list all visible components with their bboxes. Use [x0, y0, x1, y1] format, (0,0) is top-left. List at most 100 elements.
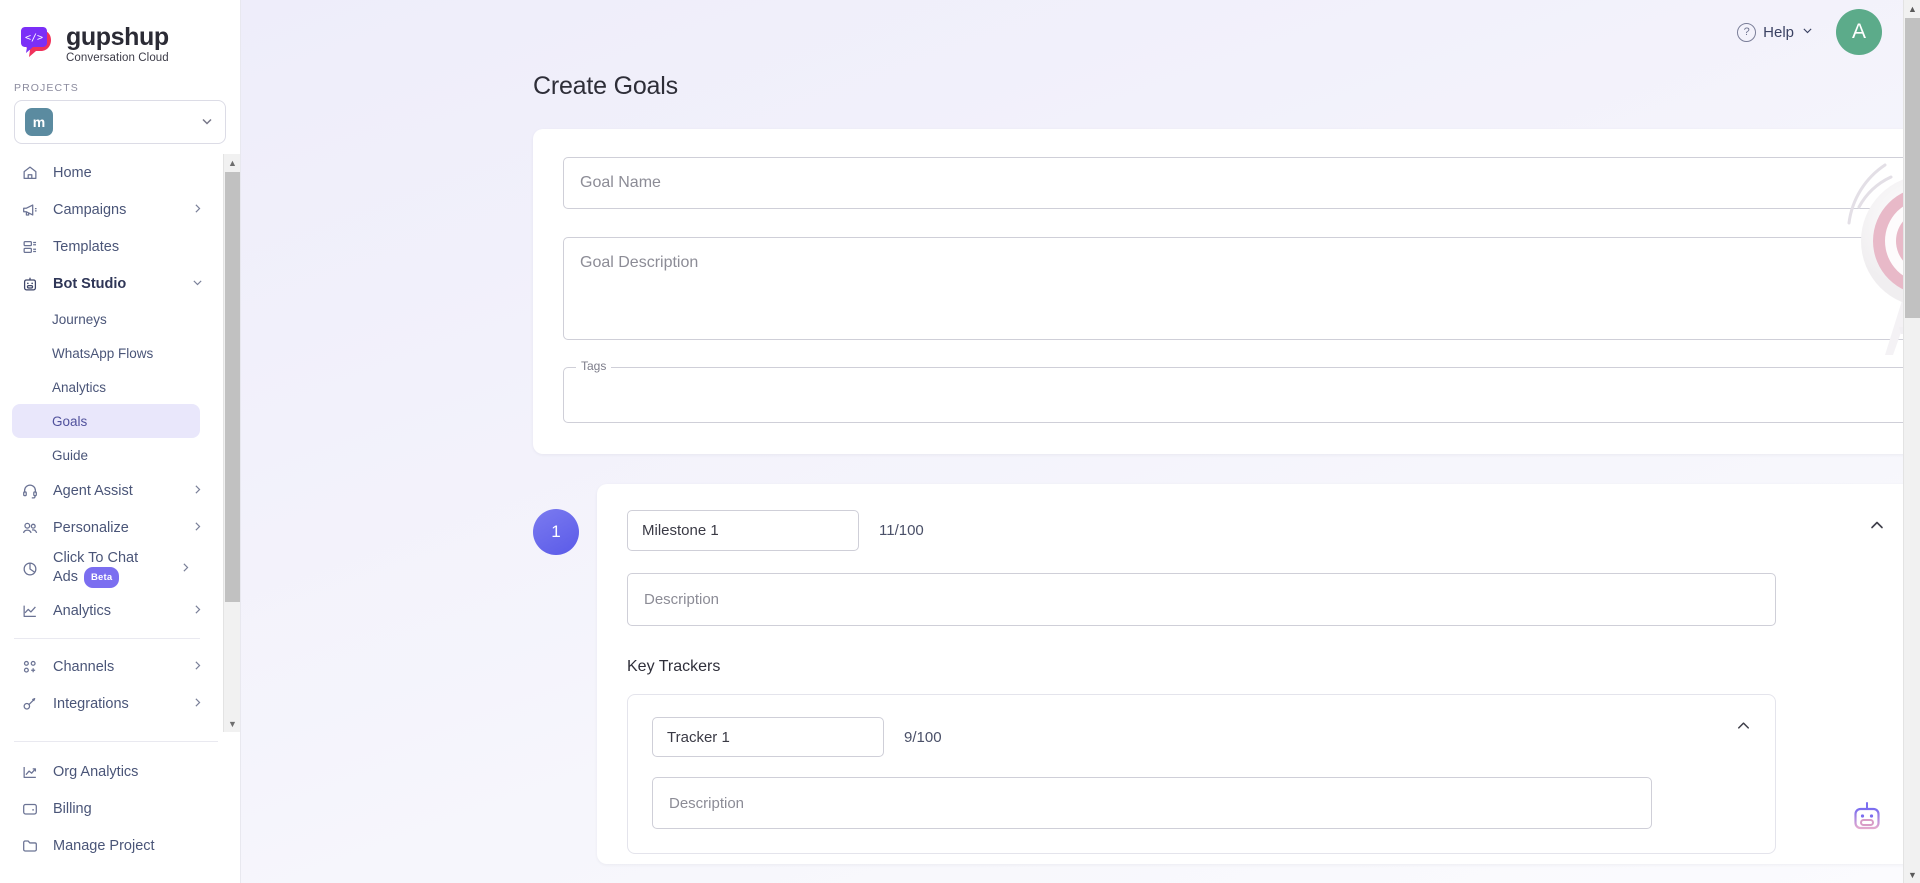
bot-assistant-icon[interactable]	[1850, 801, 1884, 831]
milestone-name-counter: 11/100	[879, 522, 924, 539]
chevron-down-icon	[199, 113, 215, 132]
sidebar-item-guide[interactable]: Guide	[12, 438, 200, 472]
sidebar-subitem-label: Journeys	[52, 311, 107, 327]
template-icon	[20, 237, 39, 256]
sidebar-item-agent-assist[interactable]: Agent Assist	[0, 472, 222, 509]
brand-tagline: Conversation Cloud	[66, 52, 169, 64]
milestone-collapse-toggle[interactable]	[1864, 512, 1890, 538]
sidebar-item-label: Billing	[53, 800, 92, 817]
sidebar-bottom-divider	[14, 741, 218, 742]
people-icon	[20, 518, 39, 537]
sidebar-item-label: Channels	[53, 658, 115, 675]
sidebar-item-manage-project[interactable]: Manage Project	[0, 827, 240, 864]
page-content: Create Goals Tags	[241, 64, 1920, 883]
key-trackers-title: Key Trackers	[627, 658, 721, 675]
tracker-collapse-toggle[interactable]	[1731, 713, 1755, 737]
main-area: ? Help A Create Goals Tags	[241, 0, 1920, 883]
tracker-description-input[interactable]	[652, 777, 1652, 829]
project-avatar: m	[25, 108, 53, 136]
sidebar-item-label: Campaigns	[53, 201, 127, 218]
sidebar-item-label: Templates	[53, 238, 120, 255]
folder-icon	[20, 836, 39, 855]
sidebar-subitem-label: Analytics	[52, 379, 107, 395]
brand-text: gupshup Conversation Cloud	[66, 22, 169, 64]
sidebar-bottom-nav: Org Analytics Billing Manage Project	[0, 751, 240, 864]
sidebar-item-label: Bot Studio	[53, 275, 127, 292]
sidebar-item-label: Integrations	[53, 695, 129, 712]
sidebar-item-whatsapp-flows[interactable]: WhatsApp Flows	[12, 336, 200, 370]
integrations-icon	[20, 694, 39, 713]
milestone-row: 1 11/100 Key Trackers 9/100	[533, 484, 1920, 864]
page-scroll-up-arrow-icon[interactable]: ▲	[1904, 0, 1920, 17]
page-scroll-down-arrow-icon[interactable]: ▼	[1904, 866, 1920, 883]
sidebar-item-channels[interactable]: Channels	[0, 648, 222, 685]
sidebar-item-label: Click To Chat Ads Beta	[53, 550, 165, 589]
sidebar-item-label: Agent Assist	[53, 482, 133, 499]
sidebar-scrollbar[interactable]: ▲ ▼	[223, 154, 240, 732]
line-chart-icon	[20, 601, 39, 620]
chevron-down-icon	[1801, 24, 1814, 41]
sidebar-item-home[interactable]: Home	[0, 154, 222, 191]
sidebar-nav-list: Home Campaigns Templates Bot Studio Jour…	[0, 154, 240, 722]
brand-name: gupshup	[66, 23, 169, 51]
sidebar-item-label: Personalize	[53, 519, 129, 536]
sidebar-item-billing[interactable]: Billing	[0, 790, 240, 827]
help-menu-button[interactable]: ? Help	[1737, 22, 1814, 42]
goal-name-input[interactable]	[563, 157, 1920, 209]
page-title: Create Goals	[533, 72, 678, 100]
chevron-right-icon	[191, 603, 204, 619]
chevron-right-icon	[191, 659, 204, 675]
milestone-name-input[interactable]	[627, 510, 859, 551]
sidebar-item-label: Org Analytics	[53, 763, 139, 780]
sidebar-item-bot-studio[interactable]: Bot Studio	[0, 265, 222, 302]
question-circle-icon: ?	[1737, 22, 1757, 42]
page-scrollbar[interactable]: ▲ ▼	[1903, 0, 1920, 883]
sidebar-divider	[14, 638, 200, 639]
tracker-name-input[interactable]	[652, 717, 884, 757]
sidebar: </> gupshup Conversation Cloud PROJECTS …	[0, 0, 241, 883]
sidebar-scrollbar-thumb[interactable]	[225, 172, 240, 602]
chevron-right-icon	[191, 696, 204, 712]
scroll-up-arrow-icon[interactable]: ▲	[224, 154, 240, 171]
app-root: </> gupshup Conversation Cloud PROJECTS …	[0, 0, 1920, 883]
sidebar-item-personalize[interactable]: Personalize	[0, 509, 222, 546]
scroll-down-arrow-icon[interactable]: ▼	[224, 715, 240, 732]
tags-field-wrapper: Tags	[563, 359, 1920, 423]
goal-details-card: Tags	[533, 129, 1920, 454]
sidebar-item-label: Analytics	[53, 602, 112, 619]
sidebar-item-click-to-chat-ads[interactable]: Click To Chat Ads Beta	[0, 546, 222, 592]
sidebar-item-integrations[interactable]: Integrations	[0, 685, 222, 722]
chevron-right-icon	[191, 520, 204, 536]
sidebar-item-analytics[interactable]: Analytics	[0, 592, 222, 629]
sidebar-item-campaigns[interactable]: Campaigns	[0, 191, 222, 228]
sidebar-item-goals[interactable]: Goals	[12, 404, 200, 438]
goal-description-input[interactable]	[563, 237, 1920, 340]
tracker-header: 9/100	[652, 717, 1751, 757]
sidebar-subitem-label: WhatsApp Flows	[52, 345, 154, 361]
svg-text:</>: </>	[25, 33, 43, 44]
megaphone-icon	[20, 200, 39, 219]
beta-badge: Beta	[84, 566, 120, 589]
sidebar-item-label: Home	[53, 164, 92, 181]
sidebar-item-org-analytics[interactable]: Org Analytics	[0, 753, 240, 790]
tags-legend-label: Tags	[576, 359, 612, 373]
sidebar-subitem-label: Guide	[52, 447, 89, 463]
trend-up-icon	[20, 762, 39, 781]
tracker-name-counter: 9/100	[904, 728, 942, 746]
user-avatar[interactable]: A	[1836, 9, 1882, 55]
headset-icon	[20, 481, 39, 500]
sidebar-item-templates[interactable]: Templates	[0, 228, 222, 265]
wallet-icon	[20, 799, 39, 818]
project-selector[interactable]: m	[14, 100, 226, 144]
tracker-card: 9/100	[627, 694, 1776, 854]
sidebar-nav-scroll-region: Home Campaigns Templates Bot Studio Jour…	[0, 154, 240, 732]
page-scrollbar-thumb[interactable]	[1905, 18, 1920, 318]
milestone-description-input[interactable]	[627, 573, 1776, 626]
robot-icon	[20, 274, 39, 293]
sidebar-item-journeys[interactable]: Journeys	[12, 302, 200, 336]
sidebar-item-bot-analytics[interactable]: Analytics	[12, 370, 200, 404]
home-icon	[20, 163, 39, 182]
chevron-right-icon	[179, 561, 192, 577]
tags-input[interactable]	[563, 367, 1920, 423]
sidebar-item-label: Manage Project	[53, 837, 155, 854]
